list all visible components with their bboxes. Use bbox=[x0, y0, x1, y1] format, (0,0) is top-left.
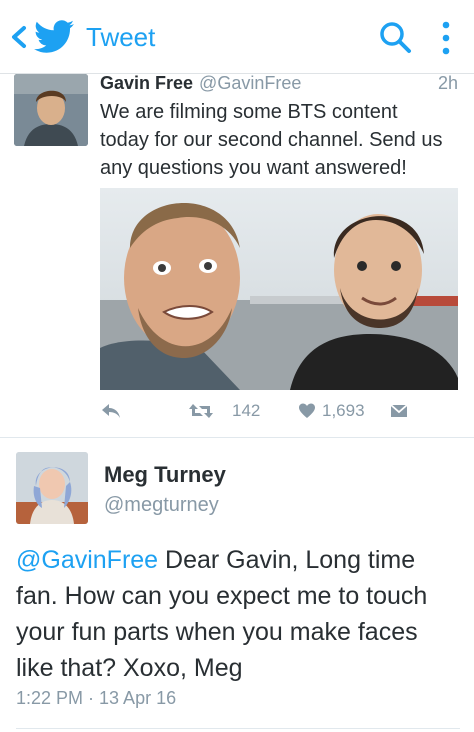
retweet-count: 142 bbox=[232, 401, 261, 420]
mention-link[interactable]: @GavinFree bbox=[16, 546, 158, 574]
tweet-text-line: today for our second channel. Send us bbox=[100, 129, 443, 151]
retweet-icon[interactable] bbox=[188, 402, 214, 420]
search-icon[interactable] bbox=[378, 20, 412, 54]
tweet-text: We are filming some BTS content today fo… bbox=[100, 98, 460, 182]
tweet-text: @GavinFree Dear Gavin, Long time fan. Ho… bbox=[16, 542, 456, 686]
tweet-time: 2h bbox=[437, 73, 458, 93]
tweet-gavin[interactable]: Gavin Free @GavinFree 2h We are filming s… bbox=[0, 72, 474, 438]
avatar[interactable] bbox=[16, 452, 88, 524]
tweet-text-line: like that? Xoxo, Meg bbox=[16, 654, 243, 682]
avatar[interactable] bbox=[14, 74, 88, 146]
divider bbox=[16, 728, 460, 729]
author-name[interactable]: Gavin Free bbox=[100, 73, 193, 93]
author-handle[interactable]: @megturney bbox=[104, 494, 219, 517]
tweet-header: Gavin Free @GavinFree 2h bbox=[100, 72, 460, 94]
direct-message-icon[interactable] bbox=[390, 403, 408, 419]
heart-icon[interactable] bbox=[298, 402, 316, 420]
tweet-text-line: @GavinFree Dear Gavin, Long time bbox=[16, 542, 456, 578]
chevron-left-icon[interactable] bbox=[8, 20, 30, 54]
tweet-photo[interactable] bbox=[100, 188, 458, 390]
author-name[interactable]: Meg Turney bbox=[104, 462, 226, 488]
more-vertical-icon[interactable] bbox=[438, 18, 454, 58]
app-bar: Tweet bbox=[0, 0, 474, 74]
tweet-text-line: any questions you want answered! bbox=[100, 157, 407, 179]
like-count: 1,693 bbox=[322, 401, 365, 420]
reply-icon[interactable] bbox=[100, 402, 122, 420]
author-handle[interactable]: @GavinFree bbox=[199, 73, 301, 93]
twitter-bird-icon bbox=[34, 20, 74, 53]
tweet-text-line: fan. How can you expect me to touch bbox=[16, 582, 428, 610]
page-title: Tweet bbox=[86, 22, 156, 52]
tweet-timestamp: 1:22 PM · 13 Apr 16 bbox=[16, 688, 177, 708]
tweet-text-line: your fun parts when you make faces bbox=[16, 618, 418, 646]
tweet-actions: 142 1,693 bbox=[100, 400, 420, 424]
tweet-text-line: We are filming some BTS content bbox=[100, 101, 398, 123]
tweet-text-segment: Dear Gavin, Long time bbox=[158, 546, 416, 574]
